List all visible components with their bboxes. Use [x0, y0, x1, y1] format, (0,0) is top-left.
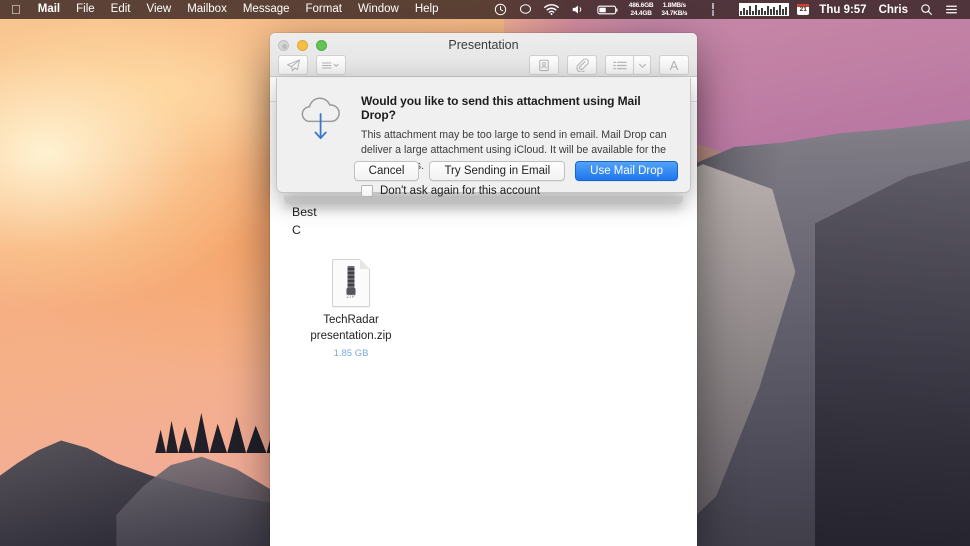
stationery-button[interactable] — [316, 55, 346, 75]
dont-ask-again-checkbox-row[interactable]: Don't ask again for this account — [361, 185, 672, 197]
dialog-buttons: Cancel Try Sending in Email Use Mail Dro… — [354, 161, 678, 181]
dialog-title: Would you like to send this attachment u… — [361, 94, 672, 122]
try-sending-in-email-button[interactable]: Try Sending in Email — [429, 161, 565, 181]
cloud-download-icon — [295, 94, 357, 197]
wifi-icon[interactable] — [538, 0, 565, 19]
menu-bar-clock[interactable]: Thu 9:57 — [813, 0, 872, 19]
dont-ask-again-checkbox[interactable] — [361, 185, 373, 197]
dont-ask-again-label: Don't ask again for this account — [380, 185, 540, 197]
menu-message[interactable]: Message — [235, 0, 298, 19]
window-title: Presentation — [270, 38, 697, 52]
send-paper-plane-icon[interactable] — [278, 55, 308, 75]
menu-bar-status-items: 486.6GB 24.4GB 1.8MB/s 34.7KB/s MEMORY — [488, 0, 970, 19]
calendar-icon[interactable]: 21 — [793, 0, 813, 19]
network-up: 34.7KB/s — [661, 10, 687, 18]
menu-edit[interactable]: Edit — [103, 0, 139, 19]
menu-bar-app-menus:  Mail File Edit View Mailbox Message Fo… — [0, 0, 447, 19]
search-icon[interactable] — [914, 0, 939, 19]
list-lines-icon[interactable] — [939, 0, 964, 19]
use-mail-drop-button[interactable]: Use Mail Drop — [575, 161, 678, 181]
window-titlebar: Presentation — [270, 33, 697, 77]
menu-view[interactable]: View — [138, 0, 179, 19]
menu-bar-user[interactable]: Chris — [873, 0, 914, 19]
attachment-size: 1.85 GB — [292, 347, 410, 360]
zipper-graphic — [348, 266, 355, 290]
cpu-history-graph-icon[interactable] — [735, 0, 793, 19]
mail-drop-dialog: Would you like to send this attachment u… — [276, 78, 691, 193]
zip-file-icon: ZIP — [332, 259, 370, 307]
toolbar-right-group: A — [521, 55, 689, 75]
menu-format[interactable]: Format — [298, 0, 350, 19]
apple-logo-icon[interactable]:  — [0, 0, 30, 19]
sheet-bottom-edge — [284, 196, 683, 204]
cpu-graph — [739, 3, 789, 16]
network-down: 1.8MB/s — [663, 2, 686, 10]
dialog-content-row: Would you like to send this attachment u… — [295, 94, 672, 197]
menu-help[interactable]: Help — [407, 0, 447, 19]
menu-mailbox[interactable]: Mailbox — [179, 0, 235, 19]
body-signoff-1: Best — [292, 204, 675, 221]
zip-badge: ZIP — [333, 294, 369, 301]
body-signoff-2: C — [292, 222, 675, 239]
battery-icon[interactable] — [591, 0, 625, 19]
menu-file[interactable]: File — [68, 0, 103, 19]
dialog-text-block: Would you like to send this attachment u… — [357, 94, 672, 197]
contact-card-icon[interactable] — [529, 55, 559, 75]
calendar-day: 21 — [800, 6, 807, 15]
speech-bubble-icon[interactable] — [513, 0, 538, 19]
fonts-label: A — [670, 59, 679, 72]
fonts-button[interactable]: A — [659, 55, 689, 75]
attachment-item[interactable]: ZIP TechRadar presentation.zip 1.85 GB — [292, 259, 410, 360]
chevron-down-icon[interactable] — [633, 55, 651, 75]
swap-bar — [712, 10, 714, 16]
speaker-icon[interactable] — [565, 0, 591, 19]
memory-bar: MEMORY — [712, 3, 714, 9]
disk-free: 24.4GB — [631, 10, 652, 18]
menu-mail[interactable]: Mail — [30, 0, 68, 19]
cancel-button[interactable]: Cancel — [354, 161, 420, 181]
bulleted-list-icon[interactable] — [605, 55, 633, 75]
compose-toolbar: A — [270, 53, 697, 77]
network-stats[interactable]: 1.8MB/s 34.7KB/s — [657, 0, 691, 19]
menu-bar:  Mail File Edit View Mailbox Message Fo… — [0, 0, 970, 19]
memory-pressure-meter[interactable]: MEMORY — [691, 0, 735, 19]
paperclip-icon[interactable] — [567, 55, 597, 75]
menu-window[interactable]: Window — [350, 0, 407, 19]
disk-stats[interactable]: 486.6GB 24.4GB — [625, 0, 658, 19]
attachment-name: TechRadar presentation.zip — [292, 313, 410, 345]
clock-history-icon[interactable] — [488, 0, 513, 19]
disk-total: 486.6GB — [629, 2, 654, 10]
